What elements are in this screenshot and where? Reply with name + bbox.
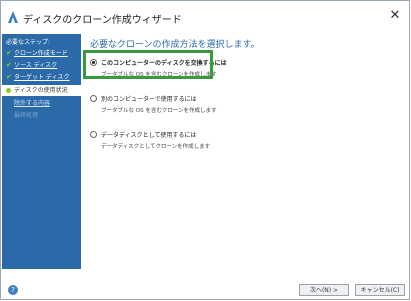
option-description: データディスクとしてクローンを作成します [101, 144, 211, 150]
sidebar-item-finish: 最終処理 [2, 110, 81, 121]
sidebar-item-label: クローン作成モード [14, 50, 68, 57]
sidebar-heading: 必要なステップ: [6, 39, 51, 46]
sidebar-item-disk-usage: ディスクの使用状況 [2, 85, 81, 96]
highlight-frame [83, 50, 213, 79]
next-button[interactable]: 次へ(N) > [299, 284, 349, 296]
sidebar-item-clone-mode[interactable]: ✔ クローン作成モード [2, 48, 81, 59]
option-other-computer[interactable]: 別のコンピューターで使用するには ブータブルな OS を含むクローンを作成します [90, 93, 390, 123]
acronis-logo-icon [8, 11, 18, 23]
sidebar-item-source-disk[interactable]: ✔ ソース ディスク [2, 60, 81, 71]
sidebar-item-label: ディスクの使用状況 [14, 87, 68, 94]
option-description: ブータブルな OS を含むクローンを作成します [101, 108, 217, 114]
check-icon: ✔ [6, 73, 12, 81]
sidebar-item-label: 最終処理 [14, 112, 39, 119]
steps-sidebar: 必要なステップ: ✔ クローン作成モード ✔ ソース ディスク ✔ ターゲット … [2, 34, 81, 269]
page-title: 必要なクローンの作成方法を選択します。 [90, 40, 260, 50]
wizard-window: ディスクのクローン作成ウィザード ✕ 必要なステップ: ✔ クローン作成モード … [0, 0, 410, 300]
option-data-disk[interactable]: データディスクとして使用するには データディスクとしてクローンを作成します [90, 129, 390, 159]
check-icon: ✔ [6, 49, 12, 57]
current-step-icon [6, 88, 11, 93]
check-icon: ✔ [6, 61, 12, 69]
option-title: データディスクとして使用するには [101, 132, 197, 139]
title-bar: ディスクのクローン作成ウィザード ✕ [1, 1, 409, 34]
sidebar-item-exclusions[interactable]: 除外する内容 [2, 98, 81, 109]
sidebar-item-label: 除外する内容 [14, 100, 51, 107]
sidebar-item-label: ソース ディスク [14, 62, 58, 69]
radio-button[interactable] [90, 131, 97, 138]
close-icon[interactable]: ✕ [387, 8, 403, 24]
radio-button[interactable] [90, 95, 97, 102]
sidebar-item-label: ターゲット ディスク [14, 74, 70, 81]
option-title: 別のコンピューターで使用するには [101, 96, 197, 103]
help-icon[interactable]: ? [8, 285, 18, 295]
window-title: ディスクのクローン作成ウィザード [23, 15, 182, 26]
cancel-button[interactable]: キャンセル(C) [355, 284, 405, 296]
sidebar-item-target-disk[interactable]: ✔ ターゲット ディスク [2, 72, 81, 83]
